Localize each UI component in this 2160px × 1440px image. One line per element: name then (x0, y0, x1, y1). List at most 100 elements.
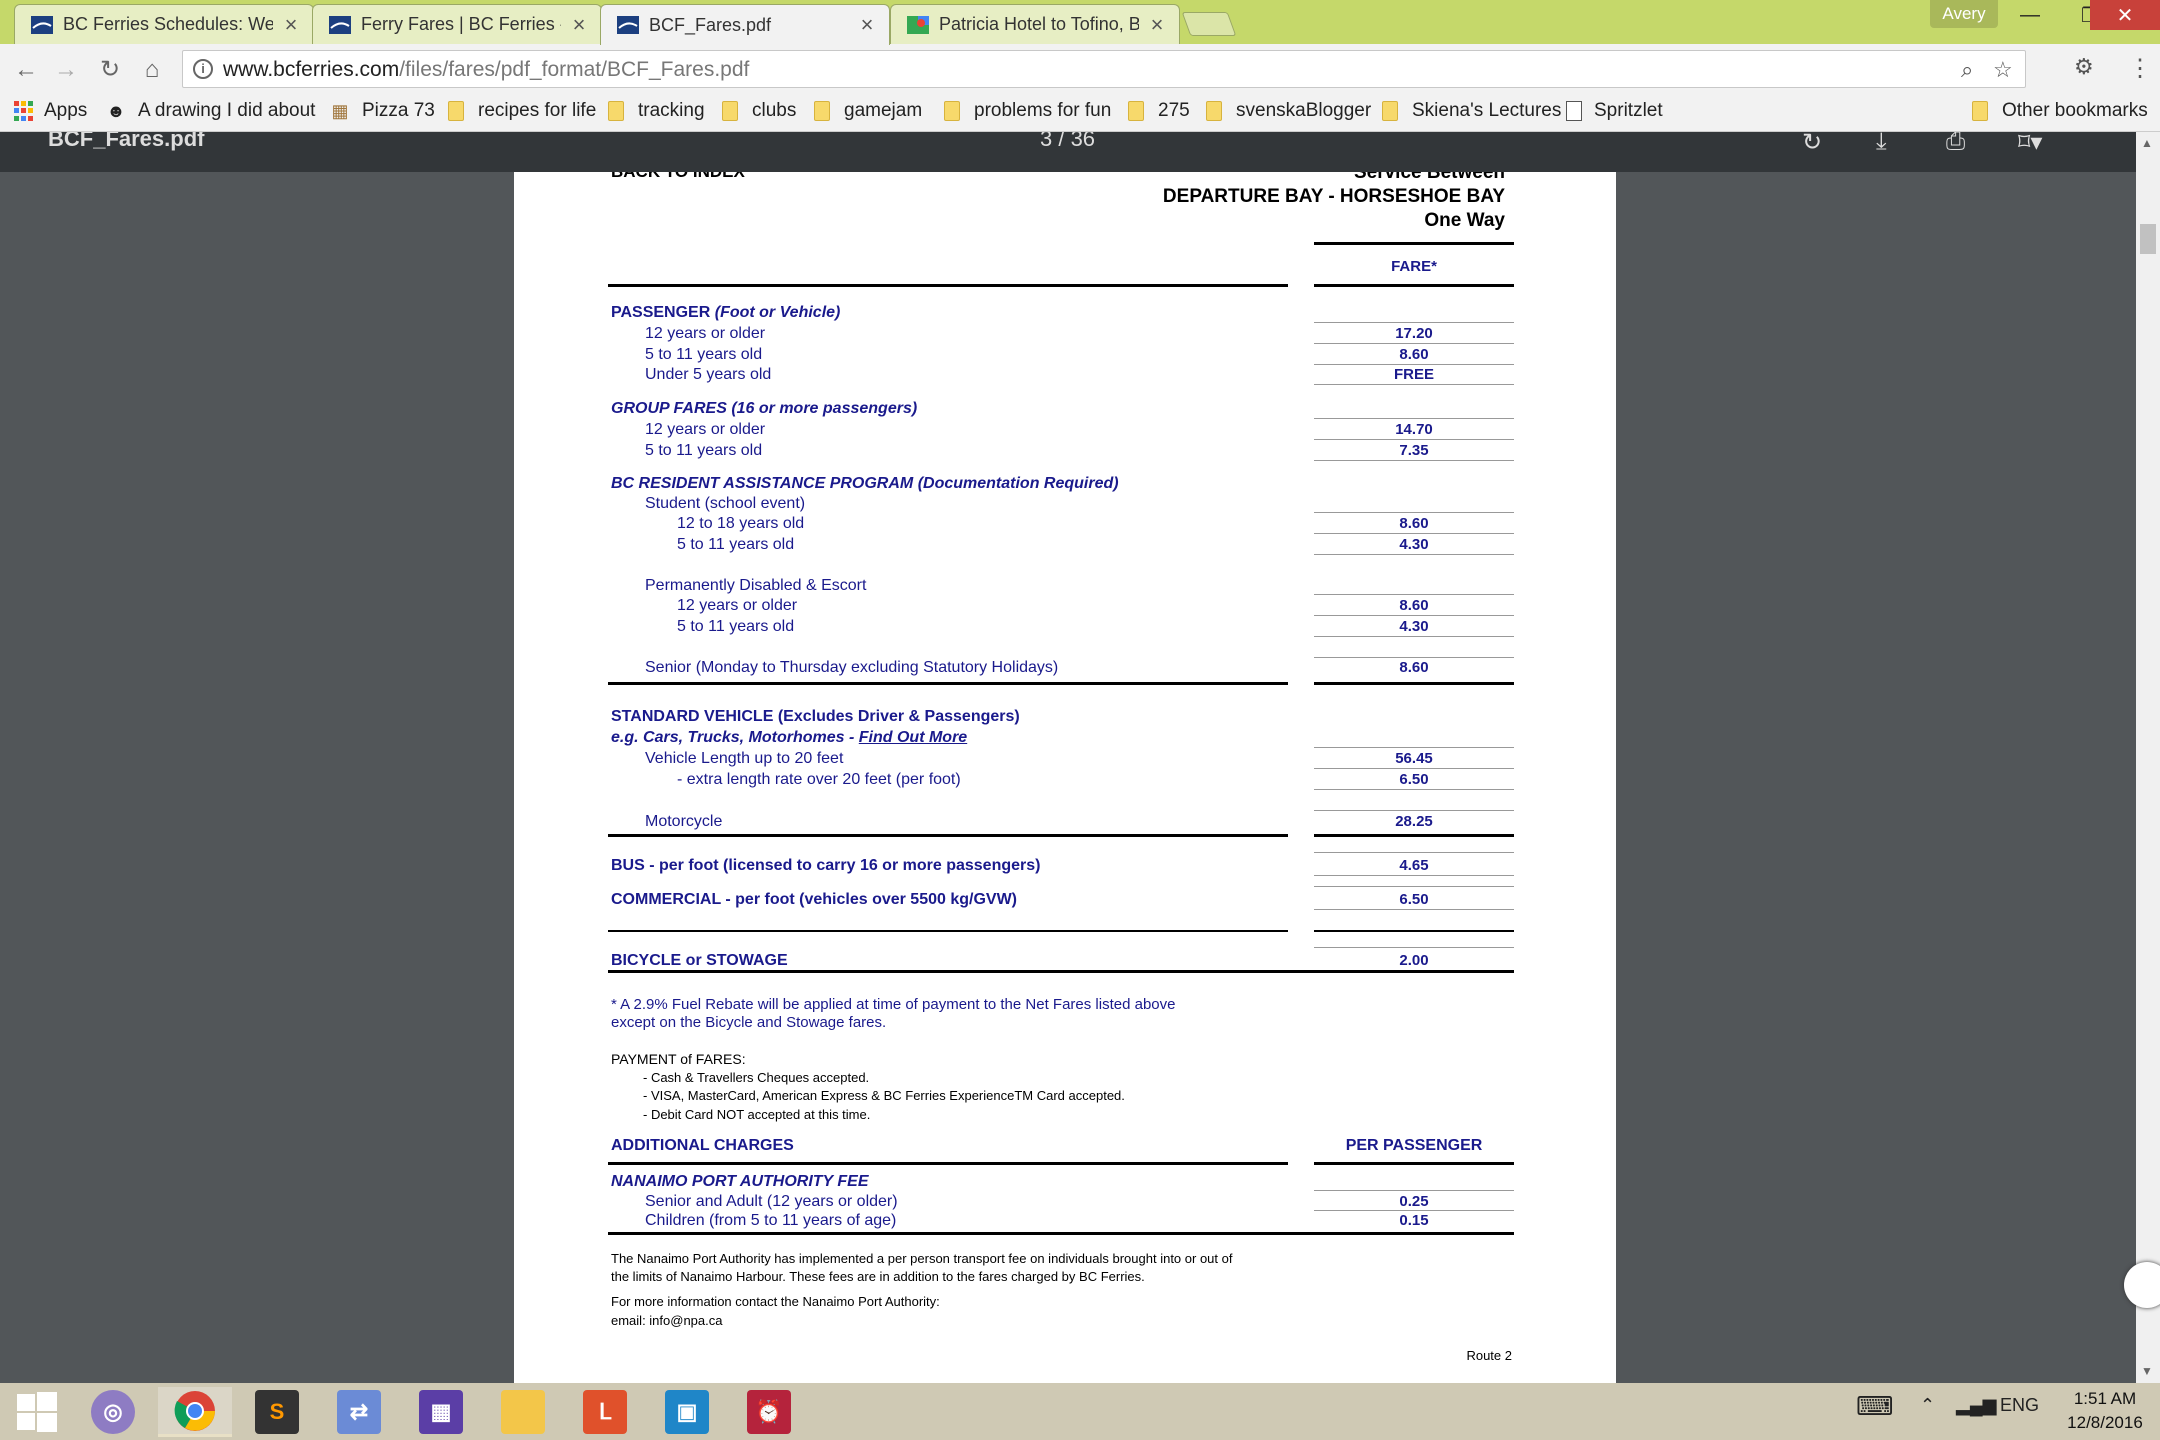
rule (1314, 322, 1514, 323)
windows-start-icon[interactable] (0, 1387, 74, 1437)
file-explorer-icon[interactable] (486, 1387, 560, 1437)
fare-value: 4.65 (1399, 857, 1429, 874)
tab-ferry-fares[interactable]: Ferry Fares | BC Ferries - × (312, 4, 602, 44)
bookmark-pdf-icon[interactable]: ⌑▾ (2018, 132, 2042, 157)
fare-label: Vehicle Length up to 20 feet (645, 750, 844, 767)
scroll-down-arrow-icon[interactable]: ▼ (2141, 1364, 2153, 1378)
divider (608, 1232, 1514, 1235)
alarms-app-icon[interactable]: ⏰ (732, 1387, 806, 1437)
keyboard-icon[interactable]: ⌨ (1856, 1391, 1894, 1422)
windows-taskbar: ◎ S ⇄ ▦ ᒪ ▣ ⏰ ⌨ ⌃ ▂▄▆ ENG 1:51 AM 12/8/2… (0, 1383, 2160, 1440)
find-out-more-link[interactable]: Find Out More (859, 729, 967, 746)
scrollbar-thumb[interactable] (2140, 224, 2156, 254)
fare-label: Senior and Adult (12 years or older) (645, 1193, 898, 1210)
fare-value: 8.60 (1399, 659, 1429, 676)
bookmark-275[interactable]: 275 (1128, 100, 1190, 122)
per-passenger-header: PER PASSENGER (1345, 1137, 1483, 1154)
folder-icon (944, 101, 960, 121)
browser-toolbar: ← → ↻ ⌂ i www.bcferries.com/files/fares/… (0, 44, 2160, 94)
clock-time: 1:51 AM (2073, 1389, 2137, 1408)
forward-arrow-icon[interactable]: → (52, 56, 80, 84)
back-arrow-icon[interactable]: ← (12, 56, 40, 84)
rule (1314, 439, 1514, 440)
bookmark-pizza-73[interactable]: ▦ Pizza 73 (330, 100, 434, 122)
cortana-icon[interactable]: ◎ (76, 1387, 150, 1437)
bookmark-label: svenskaBlogger (1236, 100, 1372, 121)
tab-bc-ferries-schedules[interactable]: BC Ferries Schedules: We × (14, 4, 314, 44)
pdf-page-indicator: 3 / 36 (1040, 132, 1096, 151)
back-to-index-link[interactable]: BACK TO INDEX (611, 172, 745, 182)
bookmark-drawing[interactable]: ☻ A drawing I did about (106, 100, 316, 122)
download-icon[interactable]: ⤓ (1876, 132, 1887, 156)
address-bar[interactable]: i www.bcferries.com/files/fares/pdf_form… (182, 50, 2026, 88)
fare-value: 28.25 (1395, 813, 1433, 830)
chrome-menu-icon[interactable]: ⋮ (2128, 54, 2152, 83)
rule (1314, 384, 1514, 385)
minimize-icon[interactable]: — (2000, 0, 2060, 30)
bookmark-clubs[interactable]: clubs (722, 100, 796, 122)
tab-title: BCF_Fares.pdf (649, 14, 772, 35)
language-indicator[interactable]: ENG (2000, 1395, 2039, 1416)
network-signal-icon[interactable]: ▂▄▆ (1956, 1395, 1996, 1416)
rule (1314, 810, 1514, 811)
calendar-app-icon[interactable]: ▦ (404, 1387, 478, 1437)
close-tab-icon[interactable]: × (1147, 12, 1167, 38)
print-icon[interactable]: ⎙ (1946, 132, 1965, 156)
system-clock[interactable]: 1:51 AM 12/8/2016 (2060, 1387, 2150, 1435)
bookmark-star-icon[interactable]: ☆ (1993, 57, 2013, 83)
photos-app-icon[interactable]: ▣ (650, 1387, 724, 1437)
close-window-icon[interactable]: ✕ (2090, 0, 2160, 30)
fare-label: - extra length rate over 20 feet (per fo… (677, 771, 961, 788)
profile-button[interactable]: Avery (1930, 0, 1998, 28)
close-tab-icon[interactable]: × (569, 12, 589, 38)
zoom-search-icon[interactable]: ⌕ (1961, 57, 1973, 83)
additional-charges-heading: ADDITIONAL CHARGES (611, 1137, 794, 1154)
chrome-taskbar-icon[interactable] (158, 1387, 232, 1437)
rebate-note-line-1: * A 2.9% Fuel Rebate will be applied at … (611, 996, 1176, 1013)
tab-bcf-fares-pdf[interactable]: BCF_Fares.pdf × (600, 4, 890, 45)
bookmark-problems[interactable]: problems for fun (944, 100, 1111, 122)
bookmark-label: Spritzlet (1594, 100, 1663, 121)
bookmark-svenska[interactable]: svenskaBlogger (1206, 100, 1371, 122)
divider (608, 682, 1288, 685)
site-icon: ☻ (106, 101, 126, 121)
site-info-icon[interactable]: i (193, 59, 213, 79)
tab-patricia-hotel[interactable]: Patricia Hotel to Tofino, B × (890, 4, 1180, 44)
reload-icon[interactable]: ↻ (96, 56, 124, 84)
pdf-viewer[interactable]: BACK TO INDEX Service Between DEPARTURE … (0, 172, 2160, 1383)
bookmark-skiena[interactable]: Skiena's Lectures (1382, 100, 1561, 122)
home-icon[interactable]: ⌂ (138, 56, 166, 84)
vertical-scrollbar[interactable]: ▲ ▼ (2136, 132, 2160, 1383)
bookmark-other[interactable]: Other bookmarks (1972, 100, 2148, 122)
network-logo: ⇄ (337, 1390, 381, 1434)
scroll-up-arrow-icon[interactable]: ▲ (2141, 136, 2153, 150)
sublime-text-icon[interactable]: S (240, 1387, 314, 1437)
rotate-icon[interactable]: ↻ (1802, 132, 1822, 157)
close-tab-icon[interactable]: × (281, 12, 301, 38)
rule (1314, 657, 1514, 658)
bookmark-label: Other bookmarks (2002, 100, 2148, 121)
bookmark-spritzlet[interactable]: Spritzlet (1566, 100, 1663, 122)
rule (1314, 875, 1514, 876)
office-app-icon[interactable]: ᒪ (568, 1387, 642, 1437)
bookmark-apps[interactable]: Apps (14, 100, 87, 122)
maps-icon (907, 15, 929, 34)
nanaimo-heading: NANAIMO PORT AUTHORITY FEE (611, 1173, 869, 1190)
bookmark-tracking[interactable]: tracking (608, 100, 705, 122)
passenger-subtitle: (Foot or Vehicle) (714, 304, 841, 321)
extension-icon[interactable]: ⚙ (2074, 54, 2094, 80)
chrome-logo-icon (174, 1390, 215, 1431)
rule (1314, 460, 1514, 461)
fare-label: 12 years or older (645, 325, 766, 342)
alarm-clock-logo: ⏰ (747, 1390, 791, 1434)
windows-logo-icon (17, 1392, 57, 1432)
folder-icon (608, 101, 624, 121)
network-app-icon[interactable]: ⇄ (322, 1387, 396, 1437)
new-tab-button[interactable] (1181, 12, 1237, 36)
show-hidden-icons-icon[interactable]: ⌃ (1920, 1395, 1935, 1416)
fare-label: 5 to 11 years old (645, 442, 763, 459)
close-tab-icon[interactable]: × (857, 12, 877, 38)
bookmark-gamejam[interactable]: gamejam (814, 100, 922, 122)
url-domain: www.bcferries.com (223, 58, 400, 81)
bookmark-recipes[interactable]: recipes for life (448, 100, 596, 122)
